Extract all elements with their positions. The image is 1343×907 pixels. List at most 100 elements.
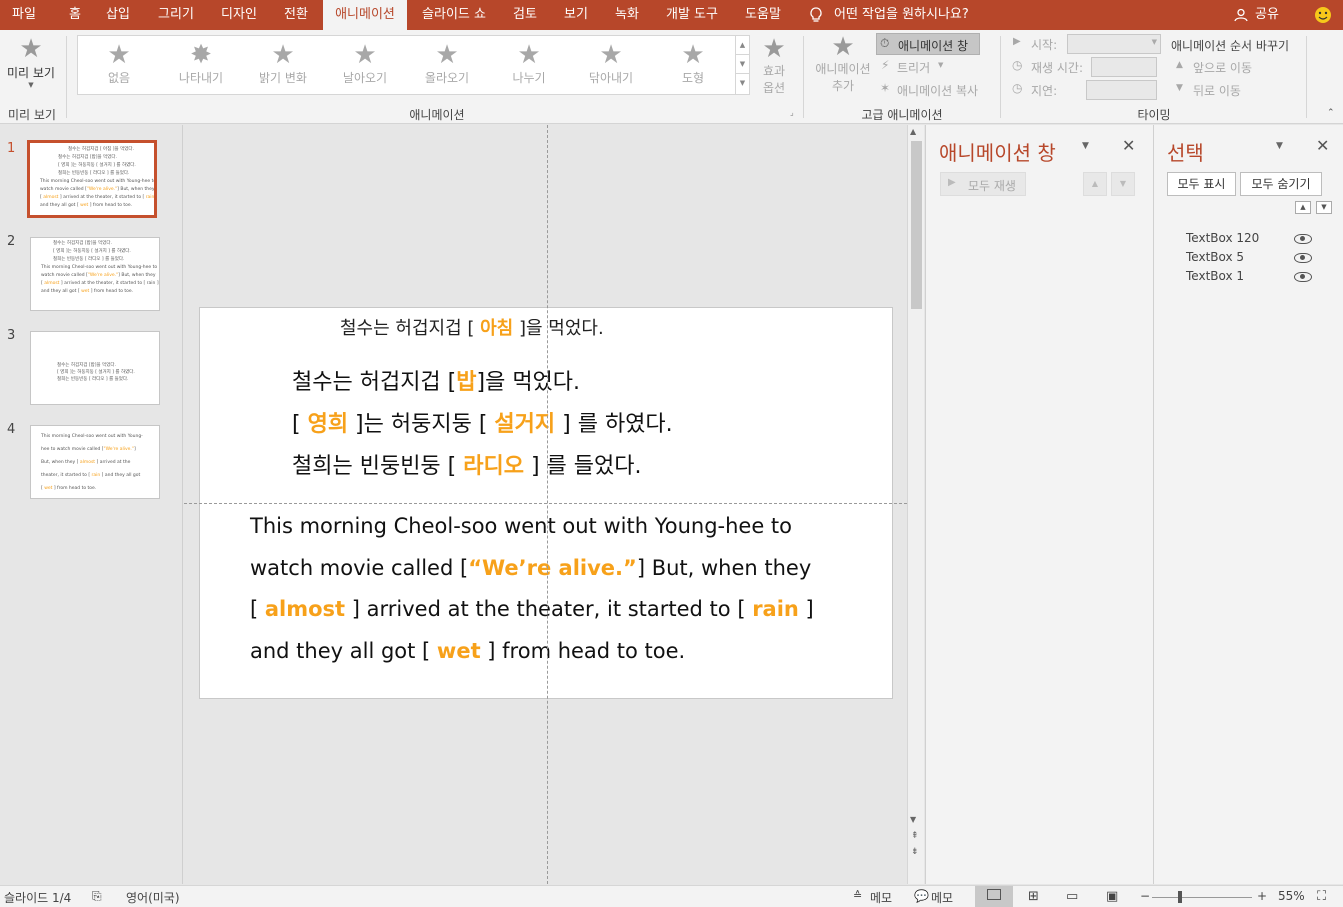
add-animation-button[interactable]: ★ 애니메이션 추가 xyxy=(810,34,876,94)
gallery-up-icon[interactable]: ▲ xyxy=(736,36,749,55)
anim-appear[interactable]: ✸ 나타내기 xyxy=(160,36,242,94)
move-later-button[interactable]: 뒤로 이동 xyxy=(1193,82,1241,99)
zoom-slider[interactable] xyxy=(1152,897,1252,898)
gallery-scroll[interactable]: ▲ ▼ ▼ xyxy=(735,36,749,94)
tab-design[interactable]: 디자인 xyxy=(212,0,266,30)
anim-none[interactable]: ★ 없음 xyxy=(78,36,160,94)
line-text: ]는 허둥지둥 [ xyxy=(348,412,495,437)
tab-developer[interactable]: 개발 도구 xyxy=(658,0,726,30)
scroll-down-icon[interactable]: ▼ xyxy=(910,815,916,824)
bring-forward-icon[interactable]: ▲ xyxy=(1295,201,1311,214)
animation-pane-button[interactable]: ⏱ 애니메이션 창 xyxy=(876,33,980,55)
star-icon: ★ xyxy=(271,40,295,70)
close-icon[interactable]: ✕ xyxy=(1122,136,1135,155)
tab-help[interactable]: 도움말 xyxy=(738,0,788,30)
slide-title[interactable]: 철수는 허겁지겁 [ 아침 ]을 먹었다. xyxy=(340,314,604,340)
tab-file[interactable]: 파일 xyxy=(0,0,48,30)
animation-painter-button[interactable]: 애니메이션 복사 xyxy=(897,82,978,99)
english-line-1[interactable]: This morning Cheol-soo went out with You… xyxy=(250,514,792,538)
slide-thumbnail-2[interactable]: 철수는 허겁지겁 [밥]을 먹었다. [ 영희 ]는 허둥지둥 [ 설거지 ] … xyxy=(30,237,160,311)
tell-me-search[interactable]: 어떤 작업을 원하시나요? xyxy=(834,0,974,30)
vertical-scrollbar[interactable]: ▲ ▼ ⇞ ⇟ xyxy=(907,125,924,884)
tab-record[interactable]: 녹화 xyxy=(607,0,647,30)
preview-button[interactable]: ★ 미리 보기 ▼ xyxy=(4,36,58,89)
fit-to-window-icon[interactable]: ⛶ xyxy=(1317,889,1326,904)
gallery-down-icon[interactable]: ▼ xyxy=(736,55,749,74)
show-all-button[interactable]: 모두 표시 xyxy=(1167,172,1236,196)
pane-options-icon[interactable]: ▼ xyxy=(1082,141,1089,151)
spellcheck-icon[interactable]: ⎘ xyxy=(92,889,102,904)
pane-options-icon[interactable]: ▼ xyxy=(1276,141,1283,151)
duration-input[interactable] xyxy=(1091,57,1157,77)
share-button[interactable]: 공유 xyxy=(1252,0,1282,30)
english-line-3[interactable]: [ almost ] arrived at the theater, it st… xyxy=(250,597,814,621)
slideshow-icon[interactable]: ▣ xyxy=(1106,889,1118,904)
dialog-launcher-icon[interactable]: ⌟ xyxy=(790,108,794,117)
next-slide-icon[interactable]: ⇟ xyxy=(911,847,919,857)
scroll-thumb[interactable] xyxy=(911,141,922,309)
comments-button[interactable]: 메모 xyxy=(931,889,953,906)
eye-icon[interactable] xyxy=(1294,272,1312,282)
selection-item[interactable]: TextBox 1 xyxy=(1186,269,1244,283)
tab-transitions[interactable]: 전환 xyxy=(276,0,316,30)
preview-star-icon: ★ xyxy=(19,34,43,64)
animation-pane-icon: ⏱ xyxy=(880,36,890,50)
tab-slideshow[interactable]: 슬라이드 쇼 xyxy=(414,0,494,30)
anim-fade[interactable]: ★ 밝기 변화 xyxy=(242,36,324,94)
effect-options-button[interactable]: ★ 효과 옵션 xyxy=(754,36,794,96)
english-line-4[interactable]: and they all got [ wet ] from head to to… xyxy=(250,639,685,663)
selection-item[interactable]: TextBox 120 xyxy=(1186,231,1259,245)
zoom-slider-thumb[interactable] xyxy=(1178,891,1182,903)
previous-slide-icon[interactable]: ⇞ xyxy=(911,831,919,841)
move-up-icon[interactable]: ▲ xyxy=(1083,172,1107,196)
zoom-in-icon[interactable]: + xyxy=(1257,889,1267,903)
zoom-out-icon[interactable]: − xyxy=(1140,889,1150,903)
language-indicator[interactable]: 영어(미국) xyxy=(126,889,180,906)
reading-view-icon[interactable]: ▭ xyxy=(1066,889,1078,904)
korean-line-2[interactable]: [ 영희 ]는 허둥지둥 [ 설거지 ] 를 하였다. xyxy=(292,406,673,438)
tab-view[interactable]: 보기 xyxy=(557,0,595,30)
slide-thumbnail-3[interactable]: 철수는 허겁지겁 [밥]을 먹었다. [ 영희 ]는 허둥지둥 [ 설거지 ] … xyxy=(30,331,160,405)
smiley-icon[interactable] xyxy=(1312,0,1334,30)
clock-icon: ◷ xyxy=(1012,81,1023,95)
start-dropdown[interactable]: ▼ xyxy=(1067,34,1161,54)
move-down-icon[interactable]: ▼ xyxy=(1111,172,1135,196)
tab-draw[interactable]: 그리기 xyxy=(150,0,202,30)
trigger-button[interactable]: 트리거 xyxy=(897,59,930,76)
move-earlier-button[interactable]: 앞으로 이동 xyxy=(1193,59,1252,76)
anim-split[interactable]: ★ 나누기 xyxy=(488,36,570,94)
anim-fly-in[interactable]: ★ 날아오기 xyxy=(324,36,406,94)
zoom-level[interactable]: 55% xyxy=(1278,889,1305,903)
eye-icon[interactable] xyxy=(1294,253,1312,263)
notes-button[interactable]: 메모 xyxy=(870,889,892,906)
normal-view-button[interactable] xyxy=(975,886,1013,907)
horizontal-guide[interactable] xyxy=(184,503,907,504)
hide-all-button[interactable]: 모두 숨기기 xyxy=(1240,172,1322,196)
collapse-ribbon-icon[interactable]: ⌃ xyxy=(1327,108,1335,118)
tab-review[interactable]: 검토 xyxy=(506,0,544,30)
anim-float-in[interactable]: ★ 올라오기 xyxy=(406,36,488,94)
lightning-icon: ⚡ xyxy=(881,58,890,72)
scroll-up-icon[interactable]: ▲ xyxy=(910,127,916,136)
send-backward-icon[interactable]: ▼ xyxy=(1316,201,1332,214)
star-icon: ★ xyxy=(107,40,131,70)
gallery-more-icon[interactable]: ▼ xyxy=(736,74,749,93)
anim-wipe[interactable]: ★ 닦아내기 xyxy=(570,36,652,94)
tab-home[interactable]: 홈 xyxy=(56,0,94,30)
anim-shape[interactable]: ★ 도형 xyxy=(652,36,734,94)
close-icon[interactable]: ✕ xyxy=(1316,136,1329,155)
korean-line-3[interactable]: 철희는 빈둥빈둥 [ 라디오 ] 를 들었다. xyxy=(292,448,642,480)
vertical-guide[interactable] xyxy=(547,125,548,884)
delay-input[interactable] xyxy=(1086,80,1157,100)
tab-insert[interactable]: 삽입 xyxy=(98,0,138,30)
play-all-button[interactable]: ▶ 모두 재생 xyxy=(940,172,1026,196)
korean-line-1[interactable]: 철수는 허겁지겁 [밥]을 먹었다. xyxy=(292,364,580,396)
selection-item[interactable]: TextBox 5 xyxy=(1186,250,1244,264)
eye-icon[interactable] xyxy=(1294,234,1312,244)
tab-animations[interactable]: 애니메이션 xyxy=(323,0,407,30)
duration-label: 재생 시간: xyxy=(1031,61,1084,75)
slide-sorter-icon[interactable]: ⊞ xyxy=(1028,889,1039,904)
slide-thumbnail-1[interactable]: 철수는 허겁지겁 [ 아침 ]을 먹었다. 철수는 허겁지겁 [밥]을 먹었다.… xyxy=(27,140,157,218)
slide-thumbnail-4[interactable]: This morning Cheol-soo went out with You… xyxy=(30,425,160,499)
english-line-2[interactable]: watch movie called [“We’re alive.”] But,… xyxy=(250,556,811,580)
